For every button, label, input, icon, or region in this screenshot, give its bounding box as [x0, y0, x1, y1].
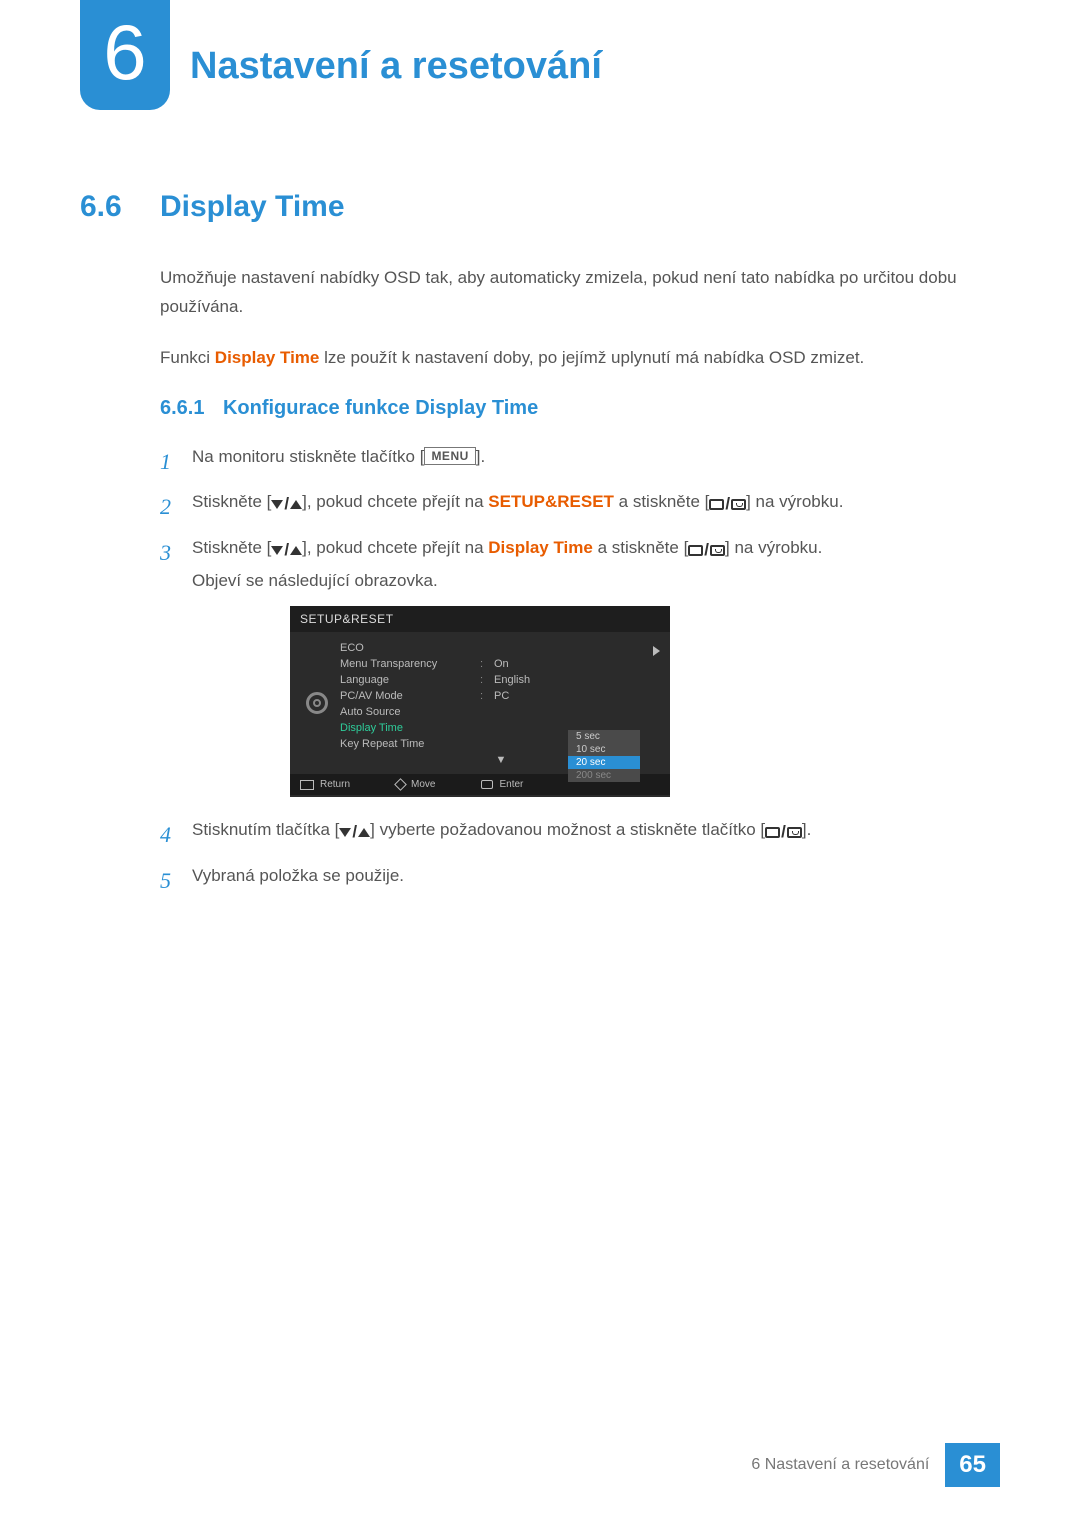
osd-option: 5 sec — [568, 730, 640, 743]
step-text: Stiskněte [/], pokud chcete přejít na Di… — [192, 533, 990, 596]
text: ] na výrobku. — [725, 538, 822, 557]
section-title: Display Time — [160, 190, 345, 224]
highlight-display-time: Display Time — [215, 348, 320, 367]
text: Stiskněte [ — [192, 492, 271, 511]
highlight-setup-reset: SETUP&RESET — [488, 492, 614, 511]
steps-list: 1 Na monitoru stiskněte tlačítko [MENU].… — [160, 442, 990, 901]
colon: : — [480, 658, 494, 670]
osd-label: Auto Source — [340, 706, 480, 718]
source-enter-icon: / — [709, 489, 746, 520]
text: ] vyberte požadovanou možnost a stisknět… — [370, 820, 765, 839]
subsection-number: 6.6.1 — [160, 397, 204, 419]
text: a stiskněte [ — [614, 492, 709, 511]
text: ], pokud chcete přejít na — [302, 492, 488, 511]
osd-item-language: Language:English — [340, 672, 662, 688]
osd-item-autosource: Auto Source — [340, 704, 662, 720]
down-up-arrows-icon: / — [271, 535, 302, 566]
step-text: Stisknutím tlačítka [/] vyberte požadova… — [192, 815, 990, 855]
osd-label: Display Time — [340, 722, 480, 734]
footer-chapter-label: 6 Nastavení a resetování — [751, 1456, 929, 1474]
osd-value: English — [494, 674, 530, 686]
text: Stiskněte [ — [192, 538, 271, 557]
colon: : — [480, 674, 494, 686]
page-footer: 6 Nastavení a resetování 65 — [751, 1443, 1000, 1487]
down-up-arrows-icon: / — [271, 489, 302, 520]
osd-item-eco: ECO — [340, 640, 662, 656]
highlight-display-time: Display Time — [488, 538, 593, 557]
menu-key-icon: MENU — [424, 447, 475, 465]
osd-label: Menu Transparency — [340, 658, 480, 670]
osd-value: On — [494, 658, 509, 670]
down-up-arrows-icon: / — [339, 817, 370, 848]
osd-footer-return: Return — [300, 779, 350, 790]
text: Na monitoru stiskněte tlačítko [ — [192, 447, 424, 466]
text: lze použít k nastavení doby, po jejímž u… — [319, 348, 864, 367]
page-number: 65 — [945, 1443, 1000, 1487]
osd-dropdown: 5 sec 10 sec 20 sec 200 sec — [568, 730, 640, 782]
step-number: 2 — [160, 487, 192, 527]
enter-icon — [481, 780, 493, 789]
intro-paragraph-1: Umožňuje nastavení nabídky OSD tak, aby … — [160, 264, 990, 322]
chevron-right-icon — [653, 646, 660, 656]
osd-title: SETUP&RESET — [290, 606, 670, 632]
label: Enter — [499, 779, 523, 790]
osd-body: ECO Menu Transparency:On Language:Englis… — [290, 632, 670, 774]
text: ]. — [476, 447, 485, 466]
osd-item-pcav: PC/AV Mode:PC — [340, 688, 662, 704]
osd-option-selected: 20 sec — [568, 756, 640, 769]
step-text: Na monitoru stiskněte tlačítko [MENU]. — [192, 442, 990, 482]
text: Objeví se následující obrazovka. — [192, 566, 990, 597]
subsection-title: Konfigurace funkce Display Time — [223, 397, 538, 419]
text: ] na výrobku. — [746, 492, 843, 511]
step-1: 1 Na monitoru stiskněte tlačítko [MENU]. — [160, 442, 990, 482]
chapter-tab: 6 — [80, 0, 170, 110]
step-text: Vybraná položka se použije. — [192, 861, 990, 901]
gear-icon — [306, 692, 328, 714]
step-number: 1 — [160, 442, 192, 482]
osd-label: ECO — [340, 642, 480, 654]
label: Move — [411, 779, 435, 790]
step-number: 4 — [160, 815, 192, 855]
label: Return — [320, 779, 350, 790]
step-4: 4 Stisknutím tlačítka [/] vyberte požado… — [160, 815, 990, 855]
source-enter-icon: / — [688, 535, 725, 566]
source-enter-icon: / — [765, 817, 802, 848]
section-number: 6.6 — [80, 190, 160, 224]
osd-label: Language — [340, 674, 480, 686]
osd-item-transparency: Menu Transparency:On — [340, 656, 662, 672]
intro-paragraph-2: Funkci Display Time lze použít k nastave… — [160, 344, 990, 373]
osd-screenshot: SETUP&RESET ECO Menu Transparency:On Lan… — [290, 606, 670, 797]
osd-sidebar — [294, 640, 340, 766]
step-number: 3 — [160, 533, 192, 596]
text: ]. — [802, 820, 811, 839]
text: Stisknutím tlačítka [ — [192, 820, 339, 839]
chapter-title: Nastavení a resetování — [190, 45, 602, 88]
content-area: 6.6 Display Time Umožňuje nastavení nabí… — [80, 190, 990, 906]
osd-option: 200 sec — [568, 769, 640, 782]
osd-footer-enter: Enter — [481, 779, 523, 790]
text: Funkci — [160, 348, 215, 367]
osd-value: PC — [494, 690, 509, 702]
step-3: 3 Stiskněte [/], pokud chcete přejít na … — [160, 533, 990, 596]
step-2: 2 Stiskněte [/], pokud chcete přejít na … — [160, 487, 990, 527]
step-number: 5 — [160, 861, 192, 901]
step-5: 5 Vybraná položka se použije. — [160, 861, 990, 901]
osd-label: PC/AV Mode — [340, 690, 480, 702]
osd-footer-move: Move — [396, 779, 435, 790]
osd-option: 10 sec — [568, 743, 640, 756]
text: ], pokud chcete přejít na — [302, 538, 488, 557]
section-heading: 6.6 Display Time — [80, 190, 990, 224]
osd-label: Key Repeat Time — [340, 738, 480, 750]
colon: : — [480, 690, 494, 702]
step-text: Stiskněte [/], pokud chcete přejít na SE… — [192, 487, 990, 527]
subsection-heading: 6.6.1 Konfigurace funkce Display Time — [160, 397, 990, 420]
move-icon — [394, 778, 407, 791]
text: a stiskněte [ — [593, 538, 688, 557]
return-icon — [300, 780, 314, 790]
